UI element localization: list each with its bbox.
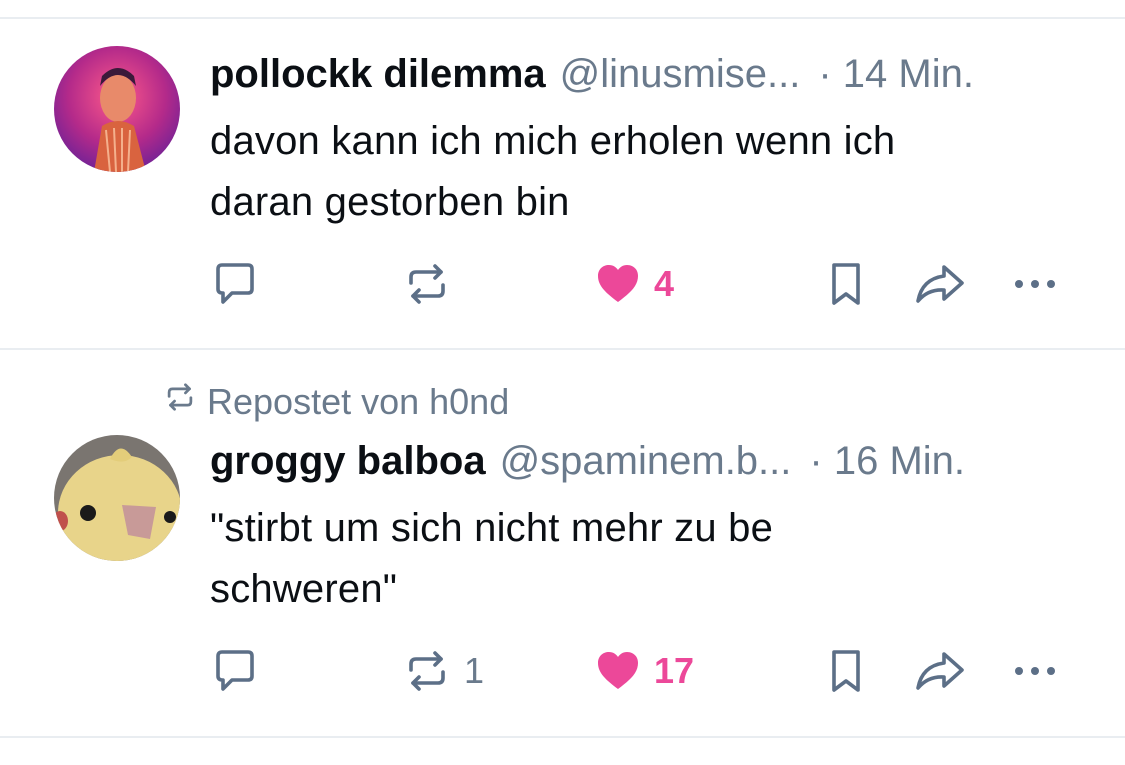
like-button[interactable]: 4: [594, 256, 674, 312]
repost-button[interactable]: [402, 256, 452, 312]
reply-button[interactable]: [210, 256, 260, 312]
heart-icon: [594, 647, 642, 695]
reply-button[interactable]: [210, 643, 260, 699]
post-text: davon kann ich mich erholen wenn ich dar…: [210, 111, 1070, 233]
avatar[interactable]: [54, 46, 180, 172]
bookmark-icon: [824, 259, 868, 309]
author-name[interactable]: pollockk dilemma: [210, 50, 546, 98]
repost-icon: [402, 259, 452, 309]
divider-posts: [0, 348, 1125, 350]
more-icon: [1010, 274, 1060, 294]
more-button[interactable]: [1010, 256, 1060, 312]
repost-indicator[interactable]: Repostet von h0nd: [163, 380, 509, 423]
post-text-line: "stirbt um sich nicht mehr zu be: [210, 506, 774, 550]
share-button[interactable]: [912, 643, 968, 699]
post-header: pollockk dilemma @linusmise... · 14 Min.: [210, 50, 1081, 98]
heart-icon: [594, 260, 642, 308]
reply-icon: [210, 646, 260, 696]
action-bar: 4: [210, 256, 1080, 312]
repost-count: 1: [464, 650, 485, 691]
like-count: 4: [654, 263, 675, 304]
reposted-by-text: Repostet von h0nd: [207, 380, 510, 422]
repost-icon: [163, 380, 207, 423]
like-count: 17: [654, 650, 695, 691]
author-handle[interactable]: @spaminem.b...: [500, 437, 792, 485]
like-button[interactable]: 17: [594, 643, 694, 699]
repost-button[interactable]: 1: [402, 643, 484, 699]
post-header: groggy balboa @spaminem.b... · 16 Min.: [210, 437, 1081, 485]
divider-top: [0, 17, 1125, 19]
post-text-line: schweren": [210, 567, 398, 611]
divider-bottom: [0, 736, 1125, 738]
share-button[interactable]: [912, 256, 968, 312]
avatar[interactable]: [54, 435, 180, 561]
reply-icon: [210, 259, 260, 309]
post-text-line: daran gestorben bin: [210, 180, 570, 224]
bookmark-button[interactable]: [824, 643, 868, 699]
action-bar: 1 17: [210, 643, 1080, 699]
post-time[interactable]: · 16 Min.: [809, 437, 965, 485]
author-handle[interactable]: @linusmise...: [560, 50, 801, 98]
repost-icon: [402, 646, 452, 696]
post-time[interactable]: · 14 Min.: [818, 50, 974, 98]
bookmark-icon: [824, 646, 868, 696]
post-text: "stirbt um sich nicht mehr zu be schwere…: [210, 498, 1070, 620]
more-icon: [1010, 661, 1060, 681]
post-text-line: davon kann ich mich erholen wenn ich: [210, 119, 896, 163]
bookmark-button[interactable]: [824, 256, 868, 312]
more-button[interactable]: [1010, 643, 1060, 699]
author-name[interactable]: groggy balboa: [210, 437, 486, 485]
share-icon: [912, 646, 968, 696]
share-icon: [912, 259, 968, 309]
